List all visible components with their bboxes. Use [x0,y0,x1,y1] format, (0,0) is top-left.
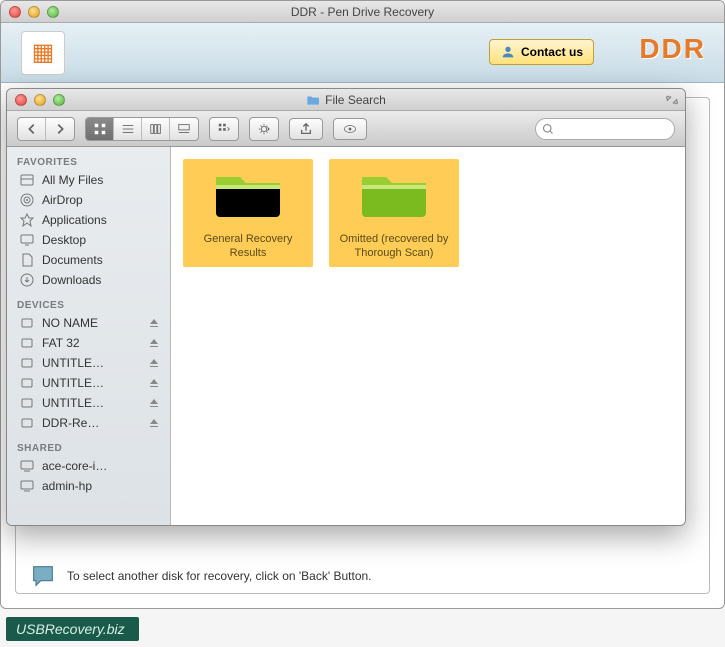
folder-green-icon [212,165,284,221]
action-group [249,117,279,141]
finder-title-text: File Search [325,93,386,107]
app-header: ▦ Contact us DDR [1,23,724,83]
sidebar-item-desktop[interactable]: Desktop [7,230,170,250]
zoom-button[interactable] [47,6,59,18]
sidebar-item-downloads[interactable]: Downloads [7,270,170,290]
hint-text: To select another disk for recovery, cli… [67,569,372,583]
finder-sidebar: FAVORITES All My Files AirDrop Applicati… [7,147,171,525]
disk-icon [19,315,35,331]
action-button[interactable] [250,118,278,140]
disk-icon [19,355,35,371]
sidebar-header-shared: SHARED [7,437,170,456]
computer-icon [19,458,35,474]
sidebar-item-device[interactable]: DDR-Re… [7,413,170,433]
folder-green-icon [358,165,430,221]
folder-label: Omitted (recovered by Thorough Scan) [333,232,455,261]
finder-close-button[interactable] [15,94,27,106]
search-input[interactable] [535,118,675,140]
coverflow-view-button[interactable] [170,118,198,140]
sidebar-header-devices: DEVICES [7,294,170,313]
view-group [85,117,199,141]
sidebar-item-documents[interactable]: Documents [7,250,170,270]
sidebar-item-airdrop[interactable]: AirDrop [7,190,170,210]
sidebar-item-device[interactable]: UNTITLE… [7,353,170,373]
search-field[interactable] [535,118,675,140]
downloads-icon [19,272,35,288]
contact-us-label: Contact us [521,45,583,59]
nav-group [17,117,75,141]
sidebar-item-device[interactable]: NO NAME [7,313,170,333]
arrange-button[interactable] [210,118,238,140]
list-view-button[interactable] [114,118,142,140]
disk-icon [19,375,35,391]
all-files-icon [19,172,35,188]
forward-button[interactable] [46,118,74,140]
app-traffic-lights [1,6,59,18]
sidebar-item-device[interactable]: UNTITLE… [7,373,170,393]
share-button[interactable] [289,118,323,140]
finder-titlebar: File Search [7,89,685,111]
sidebar-item-device[interactable]: FAT 32 [7,333,170,353]
desktop-icon [19,232,35,248]
sidebar-item-applications[interactable]: Applications [7,210,170,230]
close-button[interactable] [9,6,21,18]
disk-icon [19,395,35,411]
eject-icon[interactable] [148,417,160,429]
eject-icon[interactable] [148,337,160,349]
folder-icon [306,93,320,107]
person-icon [500,44,516,60]
back-button[interactable] [18,118,46,140]
folder-item[interactable]: General Recovery Results [183,159,313,267]
finder-body: FAVORITES All My Files AirDrop Applicati… [7,147,685,525]
eject-icon[interactable] [148,397,160,409]
fullscreen-icon[interactable] [665,93,679,107]
eject-icon[interactable] [148,357,160,369]
minimize-button[interactable] [28,6,40,18]
icon-view-button[interactable] [86,118,114,140]
disk-icon [19,335,35,351]
hint-row: To select another disk for recovery, cli… [29,562,696,590]
column-view-button[interactable] [142,118,170,140]
finder-zoom-button[interactable] [53,94,65,106]
folder-item[interactable]: Omitted (recovered by Thorough Scan) [329,159,459,267]
sidebar-item-device[interactable]: UNTITLE… [7,393,170,413]
sidebar-item-shared[interactable]: ace-core-i… [7,456,170,476]
eject-icon[interactable] [148,317,160,329]
sidebar-item-all-my-files[interactable]: All My Files [7,170,170,190]
finder-title: File Search [306,93,386,107]
app-logo-icon: ▦ [21,31,65,75]
quicklook-button[interactable] [333,118,367,140]
computer-icon [19,478,35,494]
applications-icon [19,212,35,228]
folder-label: General Recovery Results [187,232,309,261]
sidebar-section-devices: DEVICES NO NAME FAT 32 UNTITLE… UNTITLE…… [7,294,170,433]
watermark: USBRecovery.biz [6,617,139,641]
sidebar-section-shared: SHARED ace-core-i… admin-hp [7,437,170,496]
app-titlebar: DDR - Pen Drive Recovery [1,1,724,23]
info-bubble-icon [29,562,57,590]
arrange-group [209,117,239,141]
brand-logo: DDR [639,33,706,65]
finder-window: File Search FAVORITES [6,88,686,526]
finder-toolbar [7,111,685,147]
finder-minimize-button[interactable] [34,94,46,106]
app-title: DDR - Pen Drive Recovery [291,5,434,19]
finder-traffic-lights [7,94,65,106]
sidebar-section-favorites: FAVORITES All My Files AirDrop Applicati… [7,151,170,290]
eject-icon[interactable] [148,377,160,389]
sidebar-header-favorites: FAVORITES [7,151,170,170]
disk-icon [19,415,35,431]
finder-content: General Recovery Results Omitted (recove… [171,147,685,525]
sidebar-item-shared[interactable]: admin-hp [7,476,170,496]
contact-us-button[interactable]: Contact us [489,39,594,65]
documents-icon [19,252,35,268]
airdrop-icon [19,192,35,208]
